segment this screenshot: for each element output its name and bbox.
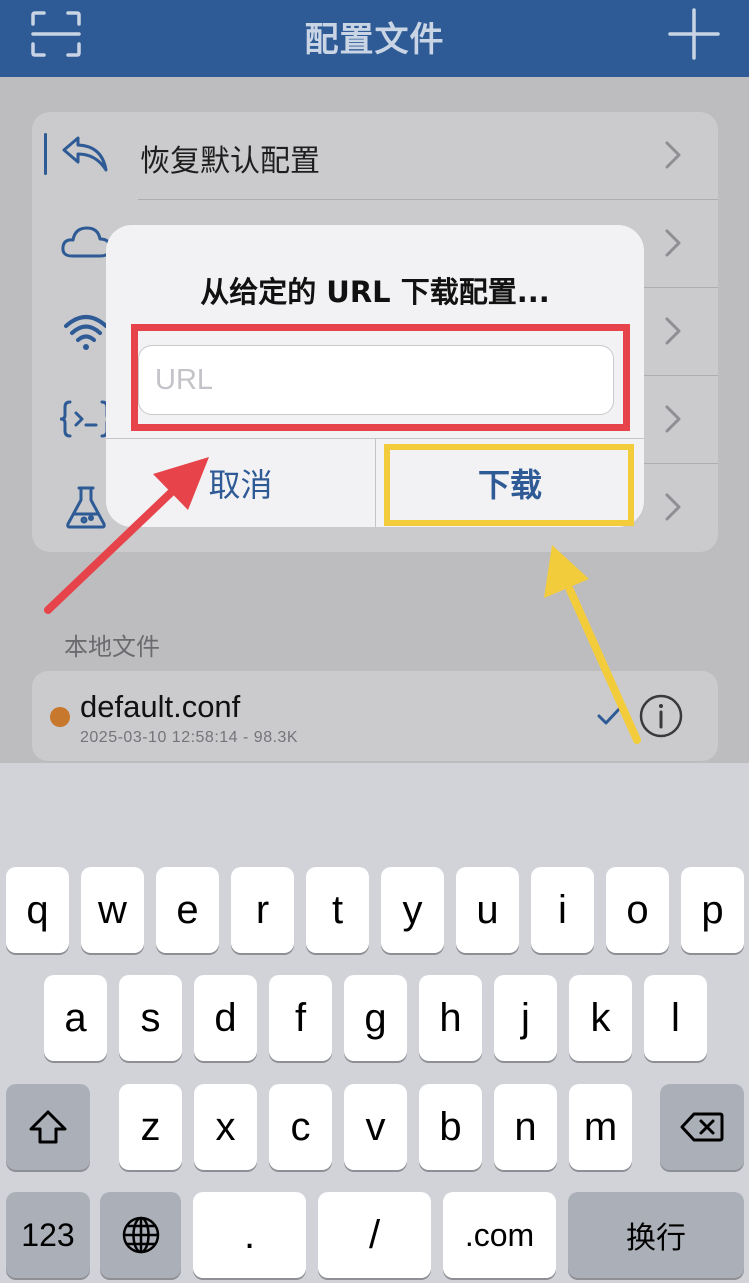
key-b[interactable]: b — [419, 1084, 482, 1170]
script-braces-icon — [59, 396, 113, 442]
key-v[interactable]: v — [344, 1084, 407, 1170]
button-highlight-box — [384, 444, 634, 526]
key-h[interactable]: h — [419, 975, 482, 1061]
status-dot — [50, 707, 70, 727]
key-l[interactable]: l — [644, 975, 707, 1061]
key-p[interactable]: p — [681, 867, 744, 953]
globe-icon — [122, 1216, 159, 1254]
key-s[interactable]: s — [119, 975, 182, 1061]
key-w[interactable]: w — [81, 867, 144, 953]
dialog-title: 从给定的 URL 下载配置... — [200, 275, 550, 309]
key-e[interactable]: e — [156, 867, 219, 953]
chevron-right-icon — [664, 140, 682, 170]
key-c[interactable]: c — [269, 1084, 332, 1170]
input-highlight-box — [131, 324, 630, 431]
page-title: 配置文件 — [304, 20, 445, 60]
delete-backspace-icon — [680, 1112, 724, 1142]
return-key[interactable]: 换行 — [568, 1192, 744, 1278]
wifi-icon — [60, 308, 112, 354]
key-t[interactable]: t — [306, 867, 369, 953]
chevron-right-icon — [664, 316, 682, 346]
key-i[interactable]: i — [531, 867, 594, 953]
shift-icon — [29, 1110, 67, 1144]
key-k[interactable]: k — [569, 975, 632, 1061]
key-d[interactable]: d — [194, 975, 257, 1061]
cancel-button[interactable]: 取消 — [106, 439, 375, 527]
key-u[interactable]: u — [456, 867, 519, 953]
restore-default-label: 恢复默认配置 — [140, 144, 320, 179]
key-f[interactable]: f — [269, 975, 332, 1061]
key-o[interactable]: o — [606, 867, 669, 953]
local-files-heading: 本地文件 — [64, 633, 160, 661]
file-item[interactable]: default.conf 2025-03-10 12:58:14 - 98.3K — [32, 671, 718, 761]
file-meta: 2025-03-10 12:58:14 - 98.3K — [80, 729, 299, 746]
dotcom-key[interactable]: .com — [443, 1192, 556, 1278]
cloud-icon — [60, 220, 112, 266]
info-icon[interactable] — [638, 693, 684, 739]
key-x[interactable]: x — [194, 1084, 257, 1170]
plus-icon[interactable] — [668, 8, 720, 60]
key-q[interactable]: q — [6, 867, 69, 953]
key-j[interactable]: j — [494, 975, 557, 1061]
key-y[interactable]: y — [381, 867, 444, 953]
delete-key[interactable] — [660, 1084, 744, 1170]
file-name: default.conf — [80, 689, 241, 724]
dot-key[interactable]: . — [193, 1192, 306, 1278]
checkmark-icon — [596, 703, 624, 727]
shift-key[interactable] — [6, 1084, 90, 1170]
key-z[interactable]: z — [119, 1084, 182, 1170]
flask-icon — [60, 484, 112, 530]
restore-default-row[interactable]: 恢复默认配置 — [32, 112, 718, 200]
nav-bar: 配置文件 — [0, 0, 749, 77]
keyboard: q w e r t y u i o p a s d f g h j k l z … — [0, 763, 749, 1283]
globe-key[interactable] — [100, 1192, 181, 1278]
chevron-right-icon — [664, 492, 682, 522]
key-n[interactable]: n — [494, 1084, 557, 1170]
slash-key[interactable]: / — [318, 1192, 431, 1278]
key-g[interactable]: g — [344, 975, 407, 1061]
text-cursor — [44, 133, 47, 175]
key-a[interactable]: a — [44, 975, 107, 1061]
numbers-key[interactable]: 123 — [6, 1192, 90, 1278]
chevron-right-icon — [664, 404, 682, 434]
chevron-right-icon — [664, 228, 682, 258]
undo-arrow-icon — [60, 132, 112, 178]
key-m[interactable]: m — [569, 1084, 632, 1170]
key-r[interactable]: r — [231, 867, 294, 953]
